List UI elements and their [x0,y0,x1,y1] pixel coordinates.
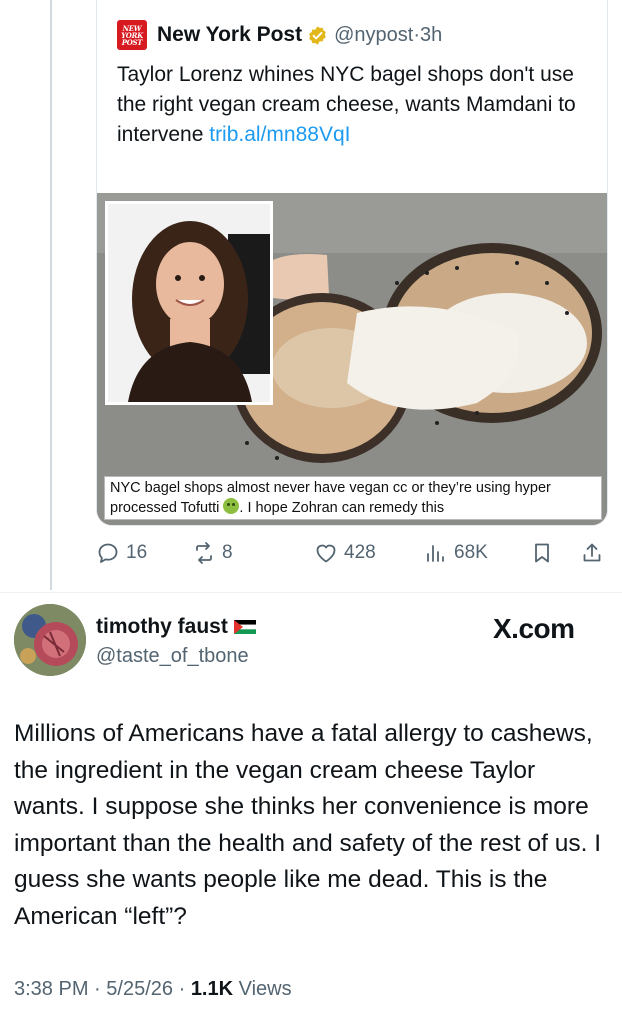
post-metadata: 3:38 PM · 5/25/26 · 1.1K Views [14,978,292,1001]
avatar-image [14,604,86,676]
media-caption: NYC bagel shops almost never have vegan … [104,476,602,520]
repost-icon [196,542,212,564]
quoted-tweet-card[interactable]: NEW YORK POST New York Post @nypost·3h T… [96,0,608,526]
bookmark-button[interactable] [530,538,554,568]
repost-button[interactable]: 8 [192,538,233,568]
quoted-time: 3h [420,23,443,46]
post-text: Millions of Americans have a fatal aller… [14,720,601,930]
quoted-author-handle[interactable]: @nypost·3h [334,24,442,47]
x-com-logo: X.com [493,613,575,644]
portrait-illustration [108,204,270,402]
post-views-count: 1.1K [190,978,234,1000]
thread-line [50,0,52,590]
caption-text-2: . I hope Zohran can remedy this [239,500,445,516]
quoted-author-name[interactable]: New York Post [157,23,302,47]
quoted-tweet-text: Taylor Lorenz whines NYC bagel shops don… [117,60,587,150]
palestine-flag-icon [233,620,256,634]
dot-separator: · [413,23,421,46]
nypost-avatar[interactable]: NEW YORK POST [117,20,147,50]
quoted-tweet-header: NEW YORK POST New York Post @nypost·3h [117,20,442,50]
tweet-action-bar: 16 8 428 68K [96,538,608,568]
divider [0,592,622,593]
post-views-label: Views [238,978,292,1000]
like-count: 428 [344,542,376,563]
author-avatar[interactable] [14,604,86,676]
views-icon [427,545,444,562]
repost-count: 8 [222,542,233,563]
author-handle[interactable]: @taste_of_tbone [96,645,249,668]
post-date[interactable]: 5/25/26 [106,978,173,1000]
views-button[interactable]: 68K [424,538,488,568]
logo-word-post: POST [121,37,143,47]
like-button[interactable]: 428 [314,538,376,568]
reply-icon [98,543,118,563]
author-name-text: timothy faust [96,615,228,638]
meta-separator-2: · [178,978,186,1000]
meta-separator-1: · [94,978,101,1000]
reply-count: 16 [126,542,148,563]
reply-button[interactable]: 16 [96,538,147,568]
share-icon [583,543,601,562]
like-icon [316,544,336,563]
share-button[interactable] [580,538,604,568]
verified-badge-icon [309,25,326,45]
author-name[interactable]: timothy faust [96,615,256,639]
views-count: 68K [454,542,488,563]
bookmark-icon [535,543,549,563]
nauseated-face-emoji-icon [223,498,240,514]
inset-portrait-photo [105,201,273,405]
handle-text: @nypost [334,23,414,46]
quoted-link[interactable]: trib.al/mn88VqI [209,123,350,146]
quoted-media-image[interactable]: NYC bagel shops almost never have vegan … [97,193,607,525]
post-time[interactable]: 3:38 PM [14,978,88,1000]
